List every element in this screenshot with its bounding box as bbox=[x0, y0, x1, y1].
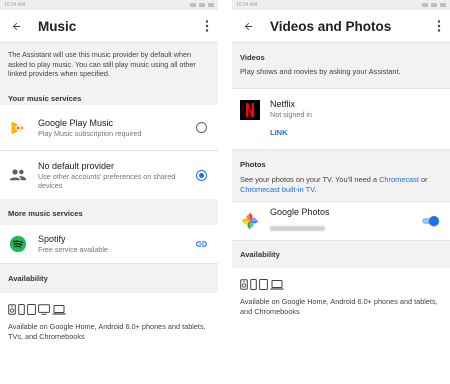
photos-description: See your photos on your TV. You'll need … bbox=[232, 175, 450, 202]
tablet-icon bbox=[27, 304, 36, 315]
service-subtitle: Free service available bbox=[38, 245, 108, 254]
netflix-icon bbox=[240, 100, 260, 120]
laptop-icon bbox=[52, 305, 66, 315]
photos-text-suffix: . bbox=[314, 184, 317, 194]
laptop-icon bbox=[270, 280, 284, 290]
service-text: No default provider Use other accounts' … bbox=[38, 161, 196, 190]
device-icons bbox=[240, 278, 442, 290]
spotify-icon bbox=[8, 234, 28, 254]
radio-no-default-provider[interactable] bbox=[196, 169, 207, 181]
music-description: The Assistant will use this music provid… bbox=[0, 43, 218, 93]
service-title: Google Play Music bbox=[38, 117, 114, 128]
your-music-services-header: Your music services bbox=[0, 93, 218, 105]
service-text: Spotify Free service available bbox=[38, 234, 194, 254]
speaker-icon bbox=[240, 279, 248, 290]
music-screen: 10:14 AM Music The Assistant will use th… bbox=[0, 0, 218, 384]
netflix-text: Netflix Not signed in LINK bbox=[270, 99, 442, 137]
videos-photos-screen: 10:14 AM Videos and Photos Videos Play s… bbox=[232, 0, 450, 384]
google-photos-text: Google Photos bbox=[270, 207, 421, 236]
availability-text: Available on Google Home, Android 6.0+ p… bbox=[8, 322, 206, 341]
back-arrow-icon[interactable] bbox=[8, 18, 24, 34]
status-time: 10:14 AM bbox=[236, 2, 258, 8]
availability-header: Availability bbox=[232, 240, 450, 268]
service-text: Google Play Music Play Music subscriptio… bbox=[38, 118, 196, 138]
toggle-knob bbox=[429, 216, 439, 226]
videos-description: Play shows and movies by asking your Ass… bbox=[232, 67, 450, 89]
netflix-title: Netflix bbox=[270, 99, 296, 109]
availability-text: Available on Google Home, Android 6.0+ p… bbox=[240, 297, 438, 316]
status-time: 10:14 AM bbox=[4, 2, 26, 8]
availability-section: Available on Google Home, Android 6.0+ p… bbox=[0, 293, 218, 384]
signal-icon bbox=[199, 3, 205, 7]
netflix-link-button[interactable]: LINK bbox=[270, 128, 442, 137]
google-photos-title: Google Photos bbox=[270, 206, 330, 217]
service-row-spotify[interactable]: Spotify Free service available bbox=[0, 225, 218, 263]
more-vert-icon[interactable] bbox=[202, 18, 212, 34]
chromecast-built-in-tv-link[interactable]: Chromecast built-in TV bbox=[240, 185, 314, 194]
page-title: Music bbox=[38, 18, 77, 34]
google-photos-row[interactable]: Google Photos bbox=[232, 202, 450, 240]
radio-google-play-music[interactable] bbox=[196, 122, 207, 133]
service-row-google-play-music[interactable]: Google Play Music Play Music subscriptio… bbox=[0, 105, 218, 151]
back-arrow-icon[interactable] bbox=[240, 18, 256, 34]
battery-icon bbox=[440, 3, 446, 7]
blurred-account-email bbox=[270, 225, 325, 231]
netflix-status: Not signed in bbox=[270, 110, 312, 119]
screen-gap bbox=[218, 0, 232, 384]
service-title: Spotify bbox=[38, 234, 66, 244]
radio-dot bbox=[199, 172, 204, 178]
status-icons bbox=[422, 3, 446, 7]
photos-text-prefix: See your photos on your TV. You'll need … bbox=[240, 175, 380, 184]
google-play-music-icon bbox=[8, 118, 28, 138]
service-subtitle: Use other accounts' preferences on share… bbox=[38, 171, 176, 190]
photos-text-mid: or bbox=[418, 175, 428, 184]
device-icons bbox=[8, 303, 210, 315]
availability-section: Available on Google Home, Android 6.0+ p… bbox=[232, 268, 450, 364]
status-bar: 10:14 AM bbox=[0, 0, 218, 10]
netflix-card: Netflix Not signed in LINK bbox=[232, 89, 450, 149]
page-title: Videos and Photos bbox=[270, 18, 392, 34]
app-bar: Music bbox=[0, 10, 218, 43]
more-music-services-header: More music services bbox=[0, 199, 218, 225]
videos-header: Videos bbox=[232, 43, 450, 67]
app-bar: Videos and Photos bbox=[232, 10, 450, 43]
wifi-icon bbox=[190, 3, 196, 7]
phone-icon bbox=[18, 304, 25, 315]
wifi-icon bbox=[422, 3, 428, 7]
google-photos-toggle[interactable] bbox=[421, 216, 439, 226]
people-icon bbox=[8, 165, 28, 185]
service-row-no-default-provider[interactable]: No default provider Use other accounts' … bbox=[0, 151, 218, 199]
tablet-icon bbox=[259, 279, 268, 290]
phone-icon bbox=[250, 279, 257, 290]
link-icon[interactable] bbox=[194, 239, 208, 249]
google-photos-icon bbox=[240, 211, 260, 231]
signal-icon bbox=[431, 3, 437, 7]
battery-icon bbox=[208, 3, 214, 7]
availability-header: Availability bbox=[0, 263, 218, 293]
status-bar: 10:14 AM bbox=[232, 0, 450, 10]
status-icons bbox=[190, 3, 214, 7]
chromecast-link[interactable]: Chromecast bbox=[379, 175, 419, 184]
more-vert-icon[interactable] bbox=[434, 18, 444, 34]
service-title: No default provider bbox=[38, 160, 115, 171]
service-subtitle: Play Music subscription required bbox=[38, 128, 142, 138]
tv-icon bbox=[38, 304, 50, 315]
speaker-icon bbox=[8, 304, 16, 315]
photos-header: Photos bbox=[232, 149, 450, 175]
